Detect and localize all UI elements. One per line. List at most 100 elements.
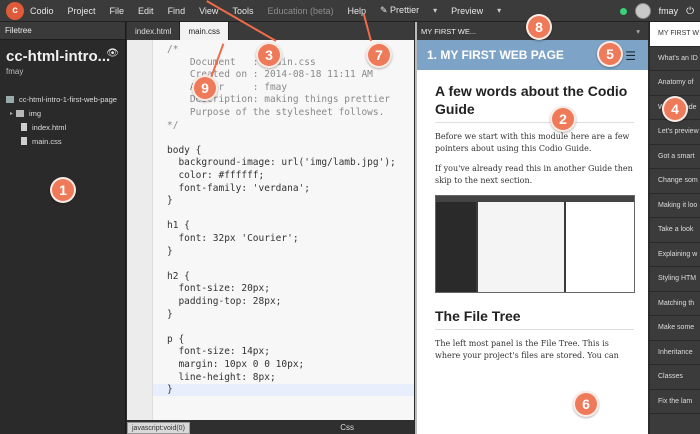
- code-line[interactable]: 3 Created on : 2014-08-18 11:11 AM: [153, 69, 414, 81]
- menu-codio[interactable]: Codio: [30, 6, 54, 16]
- section-list-item[interactable]: What's an ID: [650, 47, 700, 71]
- section-list-item[interactable]: Inheritance: [650, 341, 700, 365]
- code-line[interactable]: 19▼h2 {: [153, 271, 414, 283]
- status-online-icon: [619, 7, 627, 15]
- line-gutter: [127, 40, 153, 420]
- code-line[interactable]: 14: [153, 208, 414, 220]
- code-area[interactable]: 1/*2 Document : main.css3 Created on : 2…: [153, 40, 414, 420]
- code-line[interactable]: 11 color: #ffffff;: [153, 170, 414, 182]
- section-list-item[interactable]: Got a smart: [650, 145, 700, 169]
- chevron-down-icon[interactable]: ▾: [497, 6, 501, 15]
- hamburger-menu-icon[interactable]: ☰: [625, 49, 636, 63]
- code-text: Purpose of the stylesheet follows.: [167, 107, 385, 118]
- filetree-panel: Filetree cc-html-intro... 👁 fmay cc-html…: [0, 22, 126, 434]
- callout-badge: 6: [573, 391, 599, 417]
- code-text: p {: [167, 333, 185, 345]
- section-list-item[interactable]: Change som: [650, 169, 700, 194]
- guide-heading: The File Tree: [435, 307, 634, 330]
- code-line[interactable]: 24▼p {: [153, 334, 414, 346]
- menu-education[interactable]: Education (beta): [267, 6, 333, 16]
- menu-edit[interactable]: Edit: [138, 6, 154, 16]
- username[interactable]: fmay: [659, 6, 679, 16]
- tree-item-label: img: [29, 108, 42, 118]
- section-list-item[interactable]: Styling HTM: [650, 267, 700, 292]
- section-list-item[interactable]: Classes: [650, 365, 700, 390]
- section-list-item[interactable]: Matching th: [650, 292, 700, 316]
- code-line[interactable]: 16 font: 32px 'Courier';: [153, 233, 414, 245]
- status-tooltip: javascript:void(0): [127, 422, 190, 434]
- code-line[interactable]: 21 padding-top: 28px;: [153, 296, 414, 308]
- code-text: }: [167, 245, 173, 257]
- menu-tools[interactable]: Tools: [232, 6, 253, 16]
- guide-screenshot-image: [435, 195, 635, 293]
- section-list-item[interactable]: Take a look: [650, 218, 700, 243]
- power-icon[interactable]: ⏻: [686, 6, 694, 17]
- chevron-right-icon[interactable]: ▸: [10, 110, 13, 117]
- code-line[interactable]: 13}: [153, 195, 414, 207]
- code-text: font: 32px 'Courier';: [167, 233, 299, 244]
- code-line[interactable]: 28}: [153, 384, 414, 397]
- code-line[interactable]: 18: [153, 258, 414, 270]
- project-owner: fmay: [6, 67, 24, 76]
- close-icon[interactable]: ▾: [636, 27, 640, 36]
- file-tree: cc-html-intro-1-first-web-page ▸ img ind…: [0, 92, 125, 148]
- code-line[interactable]: 5 Description: making things prettier: [153, 94, 414, 106]
- section-list-item[interactable]: Anatomy of: [650, 71, 700, 96]
- chevron-down-icon[interactable]: ▾: [433, 6, 437, 15]
- tab-main-css[interactable]: main.css: [180, 22, 230, 40]
- code-line[interactable]: 10 background-image: url('img/lamb.jpg')…: [153, 157, 414, 169]
- menu-file[interactable]: File: [110, 6, 125, 16]
- section-list-item[interactable]: Make some: [650, 316, 700, 341]
- section-list-item[interactable]: MY FIRST W: [650, 22, 700, 47]
- menu-preview[interactable]: Preview: [451, 6, 483, 16]
- callout-badge: 3: [256, 42, 282, 68]
- section-list-item[interactable]: Explaining w: [650, 243, 700, 267]
- code-line[interactable]: 25 font-size: 14px;: [153, 346, 414, 358]
- code-text: font-size: 20px;: [167, 283, 270, 295]
- code-line[interactable]: 22}: [153, 309, 414, 321]
- guide-paragraph: Before we start with this module here ar…: [435, 132, 630, 153]
- code-line[interactable]: 26 margin: 10px 0 0 10px;: [153, 359, 414, 371]
- code-line[interactable]: 15▼h1 {: [153, 220, 414, 232]
- tab-index-html[interactable]: index.html: [127, 22, 181, 40]
- code-line[interactable]: 23: [153, 321, 414, 333]
- code-text: body {: [167, 144, 202, 156]
- section-list-item[interactable]: Fix the lam: [650, 390, 700, 414]
- code-text: }: [167, 308, 173, 320]
- callout-badge: 8: [526, 14, 552, 40]
- code-text: margin: 10px 0 0 10px;: [167, 359, 305, 370]
- callout-badge: 7: [366, 42, 392, 68]
- code-line[interactable]: 20 font-size: 20px;: [153, 283, 414, 295]
- code-text: Document : main.css: [167, 56, 316, 68]
- code-line[interactable]: 6 Purpose of the stylesheet follows.: [153, 107, 414, 119]
- code-text: Author : fmay: [167, 81, 288, 93]
- tree-item-main-css[interactable]: main.css: [0, 134, 125, 148]
- guide-paragraph: If you've already read this in another G…: [435, 164, 633, 185]
- guide-tab-label: MY FIRST WE...: [421, 26, 477, 36]
- code-line[interactable]: 12 font-family: 'verdana';: [153, 183, 414, 195]
- tree-item-root[interactable]: cc-html-intro-1-first-web-page: [0, 92, 125, 106]
- guide-panel: MY FIRST WE... ▾ 1. MY FIRST WEB PAGE ☰ …: [415, 22, 648, 434]
- code-editor: index.html main.css 1/*2 Document : main…: [127, 22, 414, 434]
- code-line[interactable]: 27 line-height: 8px;: [153, 372, 414, 384]
- codio-logo-icon[interactable]: c: [6, 1, 24, 20]
- tab-filetree[interactable]: Filetree: [0, 22, 125, 40]
- menu-prettier[interactable]: ✎ Prettier: [380, 5, 419, 16]
- project-icon: [6, 95, 14, 103]
- guide-paragraph: The left most panel is the File Tree. Th…: [435, 339, 619, 360]
- section-list-item[interactable]: Let's preview: [650, 120, 700, 145]
- tree-item-label: index.html: [32, 122, 67, 132]
- code-line[interactable]: 7*/: [153, 120, 414, 132]
- language-label[interactable]: Css: [340, 423, 354, 432]
- section-list-item[interactable]: Making it loo: [650, 194, 700, 218]
- tree-item-img[interactable]: ▸ img: [0, 106, 125, 120]
- code-line[interactable]: 8: [153, 132, 414, 144]
- eye-icon[interactable]: 👁: [106, 48, 119, 59]
- avatar[interactable]: [634, 3, 651, 19]
- menu-find[interactable]: Find: [168, 6, 186, 16]
- code-line[interactable]: 17}: [153, 246, 414, 258]
- menu-project[interactable]: Project: [68, 6, 96, 16]
- code-text: padding-top: 28px;: [167, 296, 282, 307]
- tree-item-index-html[interactable]: index.html: [0, 120, 125, 134]
- code-line[interactable]: 9▼body {: [153, 145, 414, 157]
